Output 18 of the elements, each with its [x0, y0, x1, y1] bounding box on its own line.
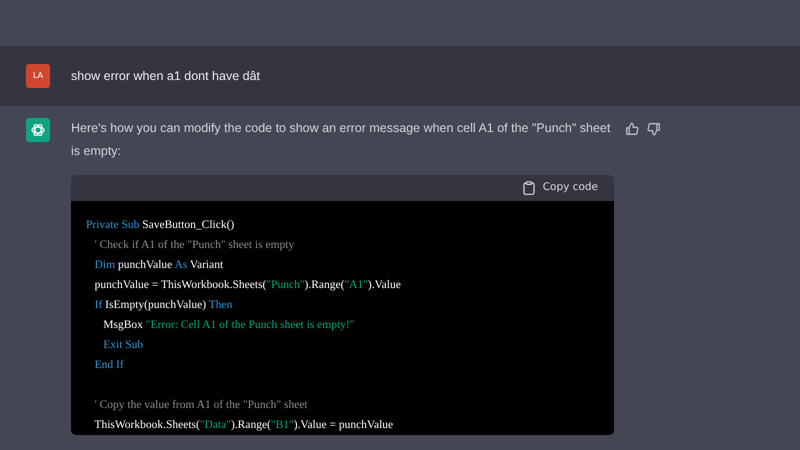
- copy-code-button[interactable]: Copy code: [522, 180, 598, 196]
- code-line: ThisWorkbook.Sheets("Data").Range("B1").Value = punchValue: [93, 418, 394, 433]
- assistant-message: Here's how you can modify the code to show an error message when cell A1 of the "Punch" sheet is empty:: [71, 120, 612, 160]
- code-line: Exit Sub: [102, 338, 144, 353]
- thumbs-down-icon[interactable]: [647, 122, 661, 136]
- code-comment: ' Check if A1 of the "Punch" sheet is empty: [94, 238, 296, 253]
- thumbs-up-icon[interactable]: [625, 122, 639, 136]
- assistant-logo-icon: [26, 118, 50, 142]
- code-comment: ' Copy the value from A1 of the "Punch" sheet: [94, 398, 309, 413]
- code-line: End If: [94, 358, 125, 373]
- code-line: If IsEmpty(punchValue) Then: [94, 298, 234, 313]
- code-line: Private Sub SaveButton_Click(): [86, 218, 236, 233]
- clipboard-icon: [522, 181, 535, 195]
- code-line: punchValue = ThisWorkbook.Sheets("Punch").Range("A1").Value: [94, 278, 402, 293]
- user-message: show error when a1 dont have dât: [71, 68, 260, 85]
- code-line: Dim punchValue As Variant: [94, 258, 224, 273]
- user-avatar: LA: [26, 64, 50, 88]
- code-line: MsgBox "Error: Cell A1 of the Punch sheet is empty!": [102, 318, 356, 333]
